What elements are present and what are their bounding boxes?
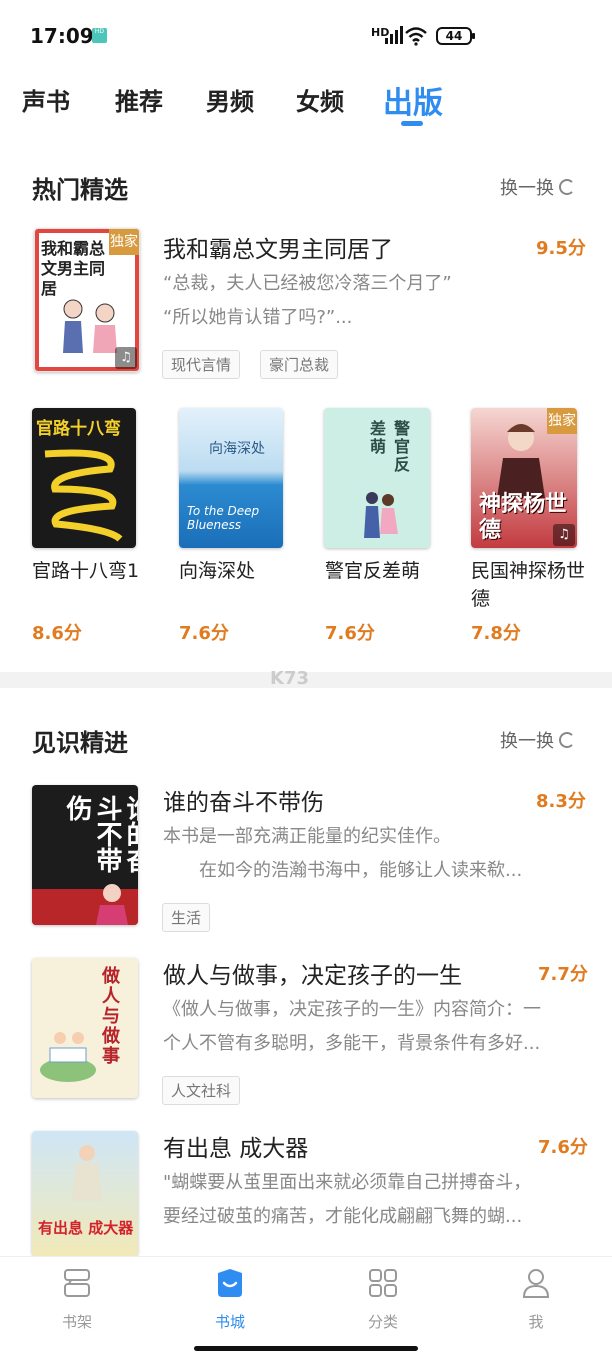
book-score: 7.7分: [538, 964, 588, 985]
book-tag[interactable]: 豪门总裁: [260, 350, 339, 379]
book-cover-fendou[interactable]: 谁的奋斗不带伤: [32, 785, 138, 925]
cover-illustration: [364, 492, 398, 538]
cover-title: 谁的奋斗不带伤: [62, 795, 138, 873]
book-tag[interactable]: 生活: [162, 903, 211, 932]
book-cover-youchuxi[interactable]: 有出息 成大器: [32, 1131, 138, 1256]
book-desc-line1: “总裁，夫人已经被您冷落三个月了”: [163, 273, 452, 294]
cover-title: 有出息 成大器: [38, 1219, 134, 1237]
cover-illustration: [40, 1032, 96, 1082]
book-cover-zuoren[interactable]: 做人与做事: [32, 958, 138, 1098]
book-score: 8.3分: [536, 791, 586, 812]
book-desc-line2: “所以她肯认错了吗?”...: [163, 307, 353, 328]
refresh-label: 换一换: [500, 178, 554, 199]
refresh-label: 换一换: [500, 731, 554, 752]
tab-audiobook[interactable]: 声书: [22, 82, 70, 117]
book-title[interactable]: 有出息 成大器: [163, 1129, 308, 1163]
bookshelf-icon: [64, 1269, 90, 1297]
signal-icon: [385, 26, 403, 44]
profile-icon: [522, 1269, 550, 1298]
cover-title: 向海深处: [209, 441, 265, 457]
nav-bookshelf[interactable]: 书架: [37, 1267, 117, 1332]
book-title[interactable]: 做人与做事，决定孩子的一生: [163, 956, 462, 990]
battery-icon: 44: [436, 27, 475, 45]
category-tabs: 声书 推荐 男频 女频 出版: [0, 70, 612, 130]
hd-icon: HD: [92, 28, 107, 43]
book-score: 7.6分: [538, 1137, 588, 1158]
book-desc-line1: 本书是一部充满正能量的纪实佳作。: [163, 826, 451, 847]
book-desc-line2: 在如今的浩瀚书海中，能够让人读来欷...: [163, 860, 523, 881]
grid-book-score: 8.6分: [32, 623, 82, 644]
headphone-icon: ♫: [553, 524, 575, 546]
book-title-featured[interactable]: 我和霸总文男主同居了: [163, 230, 393, 264]
status-time: 17:09: [30, 24, 94, 48]
nav-label: 书架: [61, 1313, 92, 1331]
book-cover-featured[interactable]: 我和霸总文男主同居 独家 ♫: [34, 228, 140, 372]
nav-profile[interactable]: 我: [496, 1267, 576, 1332]
tab-female[interactable]: 女频: [296, 82, 344, 117]
refresh-icon: [559, 179, 575, 195]
cover-title: 我和霸总文男主同居: [41, 239, 106, 298]
category-icon: [369, 1269, 397, 1297]
nav-category[interactable]: 分类: [343, 1267, 423, 1332]
watermark: K73: [270, 668, 309, 689]
book-desc-line1: "蝴蝶要从茧里面出来就必须靠自己拼搏奋斗，: [163, 1172, 532, 1193]
book-score-featured: 9.5分: [536, 238, 586, 259]
bookstore-icon: [218, 1269, 242, 1297]
section-title-insight: 见识精进: [32, 729, 128, 757]
wifi-icon: [405, 27, 427, 46]
tab-male[interactable]: 男频: [206, 82, 254, 117]
cover-illustration: [96, 884, 128, 925]
grid-book-name[interactable]: 官路十八弯1: [32, 557, 147, 585]
refresh-icon: [559, 732, 575, 748]
status-bar: 17:09 HD HD 44: [0, 0, 612, 70]
cover-illustration: [72, 1145, 102, 1201]
exclusive-badge: 独家: [109, 229, 139, 255]
book-desc-line2: 要经过破茧的痛苦，才能化成翩翩飞舞的蝴...: [163, 1206, 523, 1227]
nav-bookstore[interactable]: 书城: [190, 1267, 270, 1332]
nav-label: 我: [528, 1313, 544, 1331]
cover-subtitle: To the Deep Blueness: [187, 504, 260, 532]
cover-illustration: [497, 424, 545, 498]
grid-book-score: 7.6分: [325, 623, 375, 644]
grid-book-name[interactable]: 向海深处: [179, 557, 294, 585]
cover-title: 做人与做事: [99, 966, 120, 1066]
grid-book-score: 7.6分: [179, 623, 229, 644]
book-title[interactable]: 谁的奋斗不带伤: [163, 783, 324, 817]
tab-indicator: [401, 121, 423, 126]
section-title-hot: 热门精选: [32, 176, 128, 204]
book-desc-line2: 个人不管有多聪明，多能干，背景条件有多好...: [163, 1033, 541, 1054]
exclusive-badge: 独家: [547, 408, 577, 434]
headphone-icon: ♫: [115, 347, 137, 369]
book-cover-guanlu[interactable]: 官路十八弯: [32, 408, 136, 548]
grid-book-name[interactable]: 警官反差萌: [325, 557, 440, 585]
grid-book-name[interactable]: 民国神探杨世德: [471, 557, 586, 613]
book-cover-minguo[interactable]: 神探杨世德 独家 ♫: [471, 408, 577, 548]
nav-label: 书城: [214, 1313, 245, 1331]
refresh-button-insight[interactable]: 换一换: [500, 727, 575, 753]
tab-publish[interactable]: 出版: [383, 78, 443, 122]
book-cover-xianghai[interactable]: 向海深处 To the Deep Blueness: [179, 408, 283, 548]
tab-recommend[interactable]: 推荐: [115, 82, 163, 117]
cover-title: 官路十八弯: [36, 419, 121, 439]
book-cover-jingguan[interactable]: 警官反差萌: [324, 408, 430, 548]
book-tag[interactable]: 现代言情: [162, 350, 241, 379]
grid-book-score: 7.8分: [471, 623, 521, 644]
refresh-button-hot[interactable]: 换一换: [500, 174, 575, 200]
book-desc-line1: 《做人与做事，决定孩子的一生》内容简介：一: [163, 999, 541, 1020]
home-indicator[interactable]: [194, 1346, 418, 1351]
nav-label: 分类: [367, 1313, 398, 1331]
cover-title: 警官反差萌: [367, 420, 410, 474]
cover-illustration: [44, 449, 123, 542]
book-tag[interactable]: 人文社科: [162, 1076, 241, 1105]
